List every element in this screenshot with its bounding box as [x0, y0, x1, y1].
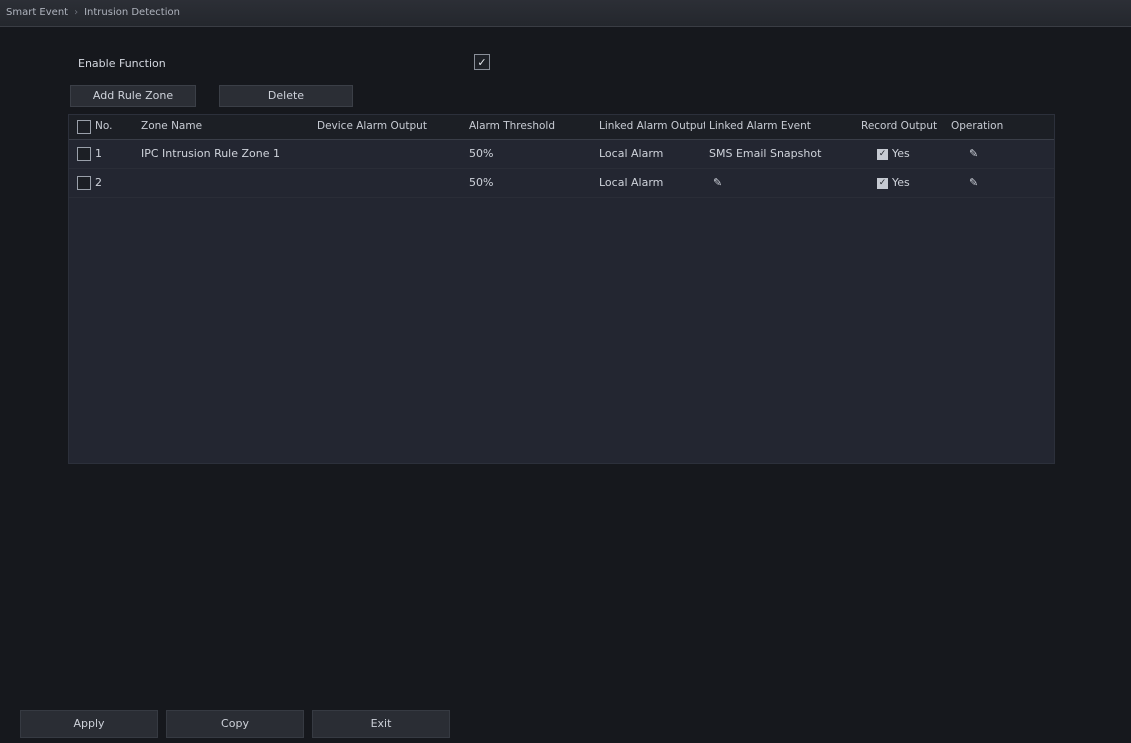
delete-button[interactable]: Delete	[219, 85, 353, 107]
header-alarm-threshold: Alarm Threshold	[469, 120, 555, 132]
record-output-value: Yes	[892, 176, 910, 189]
header-linked-alarm-event: Linked Alarm Event	[709, 120, 811, 132]
header-zone-name: Zone Name	[141, 120, 203, 132]
header-operation: Operation	[951, 120, 1004, 132]
header-record-output: Record Output	[861, 120, 938, 132]
breadcrumb-item-smart-event[interactable]: Smart Event	[6, 7, 68, 18]
cell-linked-alarm-output: Local Alarm	[599, 176, 664, 189]
cell-alarm-threshold: 50%	[469, 147, 494, 160]
apply-button[interactable]: Apply	[20, 710, 158, 738]
select-all-checkbox[interactable]	[77, 120, 91, 134]
breadcrumb-separator-icon: ›	[74, 7, 79, 18]
cell-record-output[interactable]: ✓ Yes	[877, 176, 910, 189]
breadcrumb: Smart Event › Intrusion Detection	[6, 7, 180, 18]
cell-no: 1	[95, 147, 102, 160]
enable-function-checkbox[interactable]: ✓	[474, 54, 490, 70]
row-checkbox[interactable]	[77, 176, 91, 190]
cell-linked-alarm-event: SMS Email Snapshot	[709, 147, 822, 160]
header-no: No.	[95, 120, 113, 132]
edit-icon[interactable]: ✎	[969, 176, 978, 189]
enable-function-label: Enable Function	[78, 57, 166, 70]
table-row[interactable]: 2 50% Local Alarm ✎ ✓ Yes ✎	[69, 169, 1054, 198]
cell-alarm-threshold: 50%	[469, 176, 494, 189]
checkmark-icon: ✓	[477, 55, 487, 69]
add-rule-zone-button[interactable]: Add Rule Zone	[70, 85, 196, 107]
table-row[interactable]: 1 IPC Intrusion Rule Zone 1 50% Local Al…	[69, 140, 1054, 169]
title-bar: Smart Event › Intrusion Detection	[0, 0, 1131, 27]
table-header: No. Zone Name Device Alarm Output Alarm …	[69, 115, 1054, 140]
cell-no: 2	[95, 176, 102, 189]
header-device-alarm-output: Device Alarm Output	[317, 120, 427, 132]
cell-zone-name: IPC Intrusion Rule Zone 1	[141, 147, 281, 160]
checkmark-icon: ✓	[877, 177, 888, 189]
cell-linked-alarm-output: Local Alarm	[599, 147, 664, 160]
copy-button[interactable]: Copy	[166, 710, 304, 738]
exit-button[interactable]: Exit	[312, 710, 450, 738]
breadcrumb-item-intrusion-detection: Intrusion Detection	[84, 7, 180, 18]
edit-icon[interactable]: ✎	[713, 176, 722, 189]
edit-icon[interactable]: ✎	[969, 147, 978, 160]
rule-zone-table: No. Zone Name Device Alarm Output Alarm …	[68, 114, 1055, 464]
cell-record-output[interactable]: ✓ Yes	[877, 147, 910, 160]
checkmark-icon: ✓	[877, 148, 888, 160]
header-linked-alarm-output: Linked Alarm Output	[599, 120, 705, 132]
row-checkbox[interactable]	[77, 147, 91, 161]
record-output-value: Yes	[892, 147, 910, 160]
